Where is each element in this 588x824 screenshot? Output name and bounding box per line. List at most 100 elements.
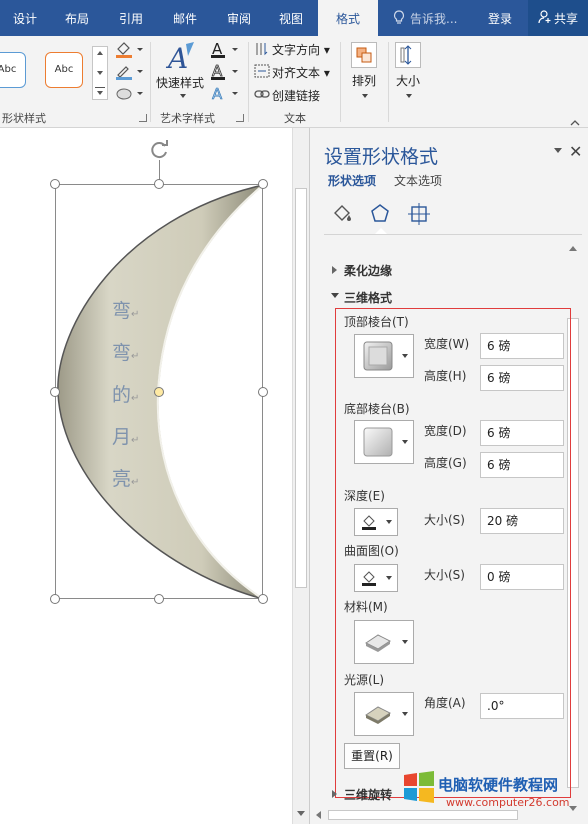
ribbon-divider bbox=[388, 42, 389, 122]
login-link[interactable]: 登录 bbox=[488, 0, 512, 36]
contour-label: 曲面图(O) bbox=[344, 544, 399, 558]
tab-review[interactable]: 审阅 bbox=[214, 0, 264, 36]
document-canvas[interactable]: 弯↵ 弯↵ 的↵ 月↵ 亮↵ bbox=[0, 128, 292, 824]
tab-text-options[interactable]: 文本选项 bbox=[394, 172, 442, 189]
3d-rotation-section[interactable]: 三维旋转 bbox=[344, 786, 392, 803]
bottom-bevel-height-input[interactable]: 6 磅 bbox=[480, 452, 564, 478]
align-text-button[interactable]: 对齐文本 ▾ bbox=[272, 64, 330, 81]
lighting-preview-icon bbox=[365, 706, 391, 724]
ribbon-divider bbox=[248, 42, 249, 122]
tab-shape-options[interactable]: 形状选项 bbox=[328, 172, 376, 189]
arrange-button[interactable]: 排列 bbox=[352, 72, 376, 89]
bottom-bevel-width-input[interactable]: 6 磅 bbox=[480, 420, 564, 446]
resize-handle-s[interactable] bbox=[154, 594, 164, 604]
shape-style-preset-1[interactable]: Abc bbox=[0, 52, 26, 88]
bevel-width-label: 宽度(W) bbox=[424, 337, 470, 351]
text-group-label: 文本 bbox=[284, 112, 306, 125]
shape-styles-launcher-icon[interactable] bbox=[139, 114, 147, 122]
tell-me-box[interactable]: 告诉我... bbox=[410, 0, 457, 36]
contour-size-input[interactable]: 0 磅 bbox=[480, 564, 564, 590]
3d-format-section[interactable]: 三维格式 bbox=[344, 289, 392, 306]
text-outline-icon[interactable]: A bbox=[210, 62, 240, 85]
size-icon[interactable] bbox=[395, 42, 421, 68]
tab-references[interactable]: 引用 bbox=[106, 0, 156, 36]
moon-shape[interactable] bbox=[0, 128, 292, 824]
resize-handle-ne[interactable] bbox=[258, 179, 268, 189]
pane-h-scrollbar-thumb[interactable] bbox=[328, 810, 518, 820]
fill-line-icon[interactable] bbox=[330, 202, 354, 229]
style-gallery-scroll[interactable] bbox=[92, 46, 108, 100]
watermark-url: www.computer26.com bbox=[446, 796, 570, 809]
scroll-down-icon[interactable] bbox=[569, 806, 577, 811]
link-icon bbox=[254, 88, 270, 103]
pane-options-icon[interactable] bbox=[554, 148, 562, 153]
effects-icon[interactable] bbox=[368, 202, 392, 229]
resize-handle-se[interactable] bbox=[258, 594, 268, 604]
chevron-down-icon bbox=[331, 293, 339, 298]
adjust-handle[interactable] bbox=[154, 387, 164, 397]
resize-handle-e[interactable] bbox=[258, 387, 268, 397]
bevel-width-input[interactable]: 6 磅 bbox=[480, 333, 564, 359]
layout-properties-icon[interactable] bbox=[407, 202, 431, 229]
shape-style-preset-2[interactable]: Abc bbox=[45, 52, 83, 88]
angle-input[interactable]: .0° bbox=[480, 693, 564, 719]
bevel-preview-icon bbox=[363, 427, 393, 457]
wordart-group-label: 艺术字样式 bbox=[160, 112, 215, 125]
shape-text-char: 的↵ bbox=[112, 384, 140, 406]
resize-handle-n[interactable] bbox=[154, 179, 164, 189]
shape-outline-icon[interactable] bbox=[114, 62, 144, 85]
chevron-down-icon bbox=[180, 94, 186, 98]
resize-handle-w[interactable] bbox=[50, 387, 60, 397]
watermark-logo bbox=[402, 770, 436, 807]
scroll-left-icon[interactable] bbox=[316, 811, 321, 819]
tab-view[interactable]: 视图 bbox=[266, 0, 316, 36]
tab-design[interactable]: 设计 bbox=[0, 0, 50, 36]
scrollbar-thumb[interactable] bbox=[295, 188, 307, 588]
bottom-bevel-dropdown[interactable] bbox=[354, 420, 414, 464]
contour-color-dropdown[interactable] bbox=[354, 564, 398, 592]
tab-format[interactable]: 格式 bbox=[318, 0, 378, 36]
format-shape-pane: 设置形状格式 ✕ 形状选项 文本选项 柔化边缘 三维格式 顶部棱台(T) 宽度(… bbox=[310, 128, 588, 824]
material-preview-icon bbox=[365, 634, 391, 652]
shape-text-char: 亮↵ bbox=[112, 468, 140, 490]
text-fill-icon[interactable]: A bbox=[210, 40, 240, 63]
top-bevel-dropdown[interactable] bbox=[354, 334, 414, 378]
reset-button[interactable]: 重置(R) bbox=[344, 743, 400, 769]
text-direction-icon bbox=[254, 42, 270, 59]
material-dropdown[interactable] bbox=[354, 620, 414, 664]
quick-styles-label[interactable]: 快速样式 bbox=[156, 74, 204, 91]
angle-label: 角度(A) bbox=[424, 696, 466, 710]
scroll-up-icon[interactable] bbox=[569, 246, 577, 251]
close-icon[interactable]: ✕ bbox=[569, 142, 582, 161]
scroll-down-icon[interactable] bbox=[297, 811, 305, 816]
depth-label: 深度(E) bbox=[344, 489, 385, 503]
arrange-icon[interactable] bbox=[351, 42, 377, 68]
resize-handle-nw[interactable] bbox=[50, 179, 60, 189]
pane-horizontal-scrollbar[interactable] bbox=[310, 808, 566, 822]
chevron-right-icon bbox=[332, 266, 337, 274]
bottom-bevel-height-label: 高度(G) bbox=[424, 456, 467, 470]
bevel-height-label: 高度(H) bbox=[424, 369, 467, 383]
tab-mailings[interactable]: 邮件 bbox=[160, 0, 210, 36]
bevel-height-input[interactable]: 6 磅 bbox=[480, 365, 564, 391]
lighting-dropdown[interactable] bbox=[354, 692, 414, 736]
soft-edges-section[interactable]: 柔化边缘 bbox=[344, 262, 392, 279]
bevel-preview-icon bbox=[363, 341, 393, 371]
lighting-label: 光源(L) bbox=[344, 673, 385, 687]
share-button[interactable]: 共享 bbox=[528, 0, 588, 36]
depth-size-input[interactable]: 20 磅 bbox=[480, 508, 564, 534]
shape-effects-icon[interactable] bbox=[114, 84, 144, 107]
shape-fill-icon[interactable] bbox=[114, 40, 144, 63]
document-scrollbar[interactable] bbox=[292, 128, 310, 824]
tab-layout[interactable]: 布局 bbox=[52, 0, 102, 36]
create-link-button[interactable]: 创建链接 bbox=[272, 87, 320, 104]
quick-styles-icon[interactable]: A bbox=[164, 40, 198, 77]
resize-handle-sw[interactable] bbox=[50, 594, 60, 604]
shape-text-char: 弯↵ bbox=[112, 300, 140, 322]
size-button[interactable]: 大小 bbox=[396, 72, 420, 89]
text-effects-icon[interactable]: A bbox=[210, 84, 240, 107]
wordart-launcher-icon[interactable] bbox=[236, 114, 244, 122]
fill-color-icon bbox=[362, 515, 376, 530]
depth-color-dropdown[interactable] bbox=[354, 508, 398, 536]
text-direction-button[interactable]: 文字方向 ▾ bbox=[272, 41, 330, 58]
